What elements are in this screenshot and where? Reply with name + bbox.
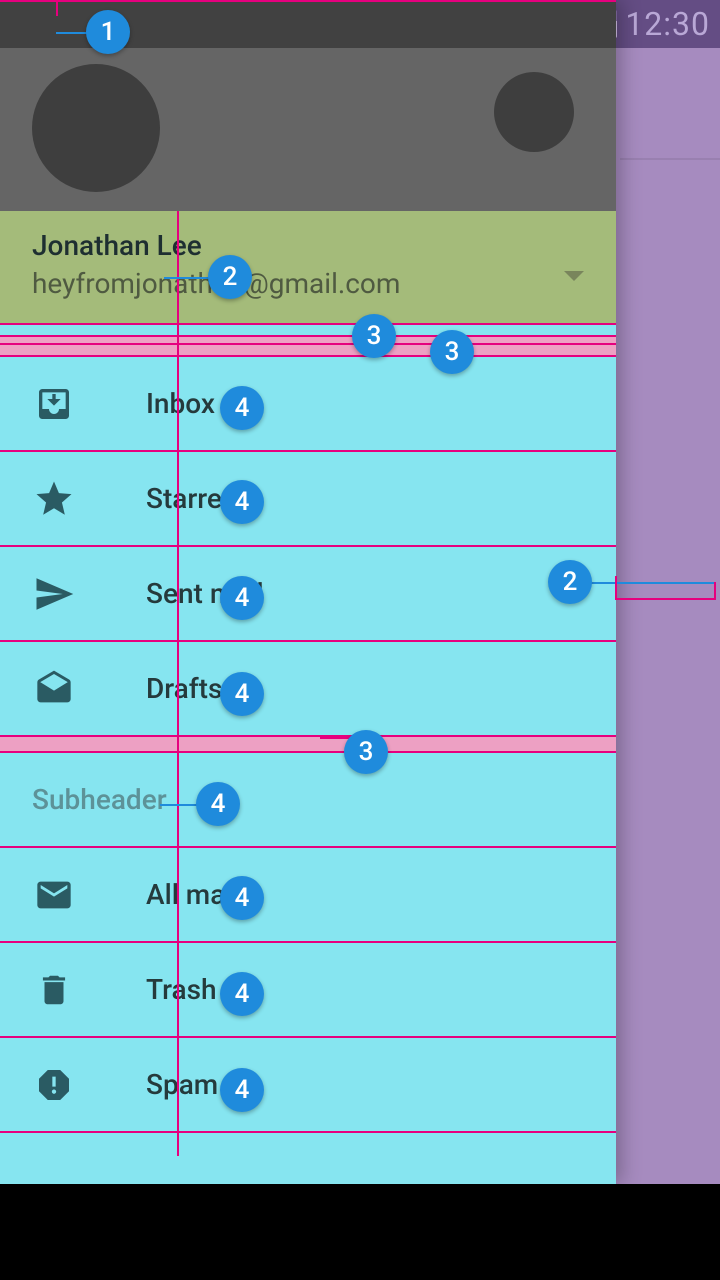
annotation-badge-1: 1 (86, 10, 130, 54)
account-name: Jonathan Lee (32, 227, 584, 265)
spam-icon (32, 1063, 76, 1107)
nav-subheader: Subheader (0, 753, 616, 848)
nav-item-inbox[interactable]: Inbox (0, 357, 616, 452)
inbox-icon (32, 382, 76, 426)
nav-item-allmail[interactable]: All mail (0, 848, 616, 943)
account-email: heyfromjonathan@gmail.com (32, 265, 584, 303)
annotation-badge-4g: 4 (220, 972, 264, 1016)
account-switcher[interactable]: Jonathan Lee heyfromjonathan@gmail.com (0, 211, 616, 324)
nav-item-drafts[interactable]: Drafts (0, 642, 616, 737)
annotation-badge-4b: 4 (220, 480, 264, 524)
chevron-down-icon (564, 271, 584, 281)
trash-icon (32, 968, 76, 1012)
subheader-label: Subheader (32, 783, 167, 816)
annotation-badge-4d: 4 (220, 672, 264, 716)
drawer-header: Jonathan Lee heyfromjonathan@gmail.com (0, 0, 616, 335)
nav-label: Spam (146, 1068, 218, 1101)
annotation-badge-4a: 4 (220, 386, 264, 430)
annotation-badge-4f: 4 (220, 876, 264, 920)
nav-item-starred[interactable]: Starred (0, 452, 616, 547)
drafts-icon (32, 667, 76, 711)
annotation-badge-3b: 3 (430, 330, 474, 374)
nav-item-spam[interactable]: Spam (0, 1038, 616, 1133)
appbar-divider (620, 158, 720, 160)
avatar-primary[interactable] (32, 64, 160, 192)
mail-icon (32, 873, 76, 917)
nav-item-sent[interactable]: Sent mail (0, 547, 616, 642)
android-navbar (0, 1184, 720, 1280)
annotation-badge-3c: 3 (344, 730, 388, 774)
nav-item-trash[interactable]: Trash (0, 943, 616, 1038)
annotation-badge-4c: 4 (220, 576, 264, 620)
navigation-drawer: Jonathan Lee heyfromjonathan@gmail.com I… (0, 0, 616, 1184)
annotation-badge-4e: 4 (196, 782, 240, 826)
nav-label: Inbox (146, 387, 215, 420)
nav-list: Inbox Starred Sent mail Drafts (0, 357, 616, 1133)
annotation-badge-2b: 2 (548, 560, 592, 604)
annotation-badge-3a: 3 (352, 314, 396, 358)
avatar-secondary[interactable] (494, 72, 574, 152)
star-icon (32, 477, 76, 521)
annotation-badge-4h: 4 (220, 1068, 264, 1112)
annotation-badge-2: 2 (208, 255, 252, 299)
nav-label: Trash (146, 973, 217, 1006)
nav-label: Drafts (146, 672, 222, 705)
status-time: 12:30 (625, 5, 710, 43)
send-icon (32, 572, 76, 616)
